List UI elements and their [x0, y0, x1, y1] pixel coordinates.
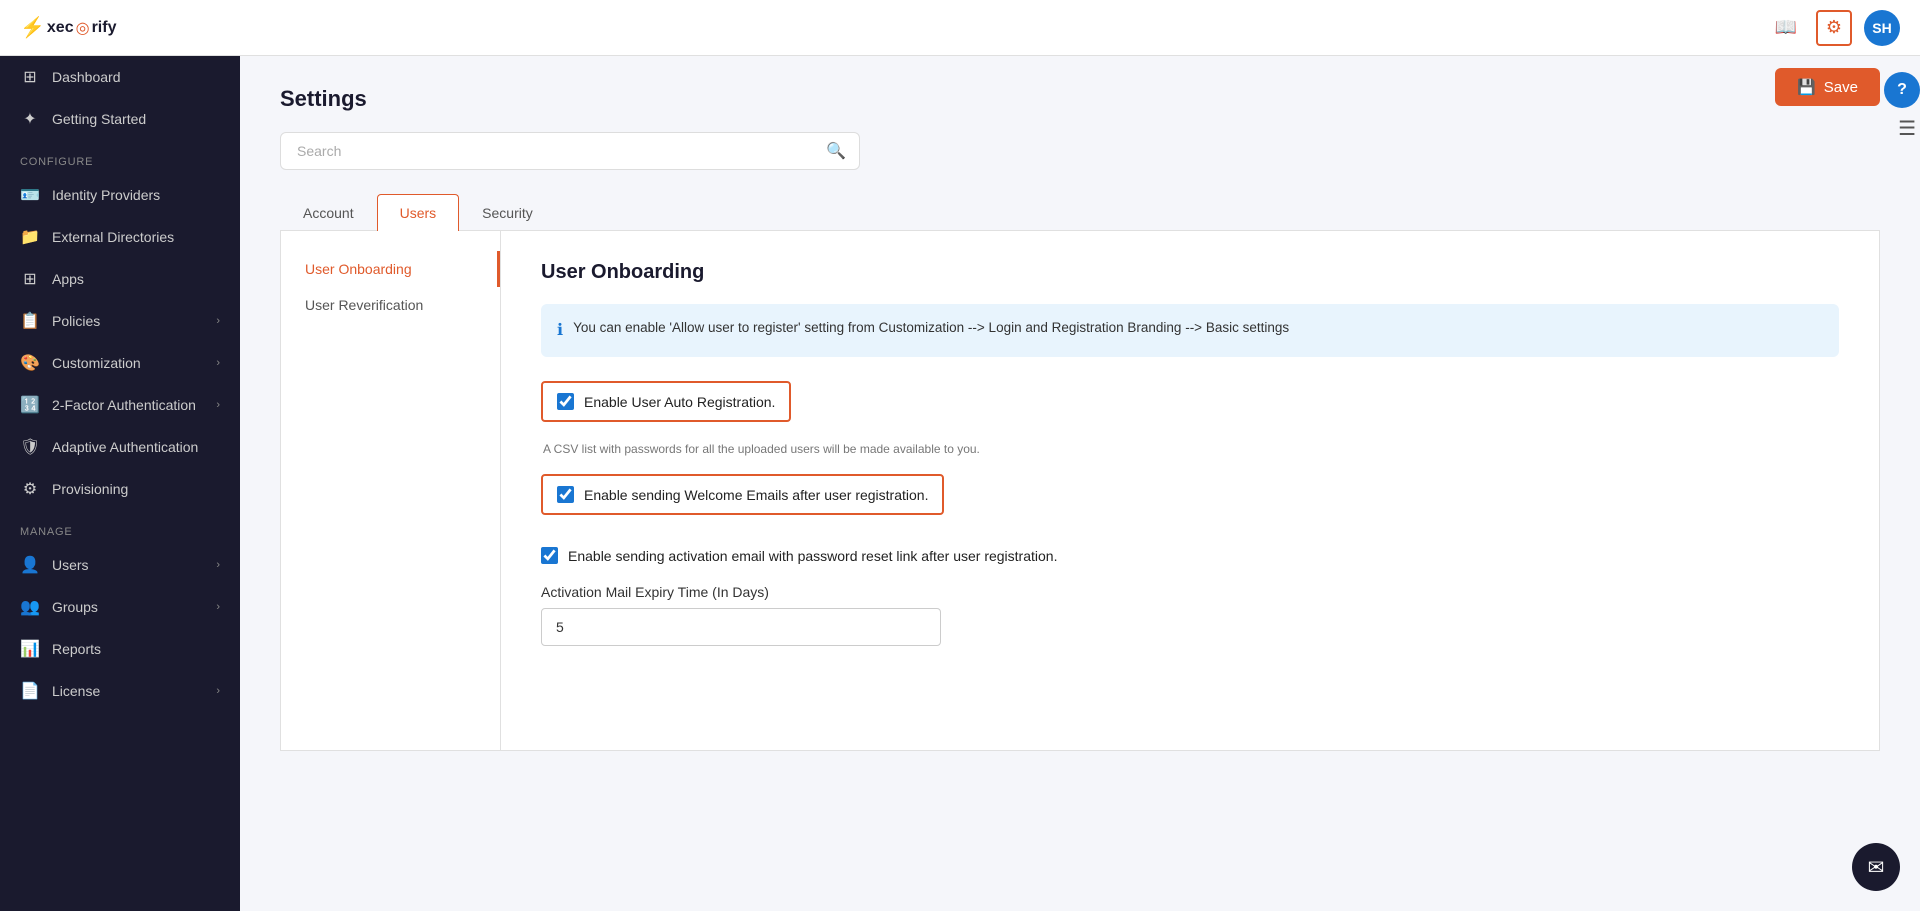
sidebar-label-policies: Policies	[52, 313, 204, 329]
search-icon: 🔍	[826, 141, 846, 161]
search-bar: 🔍	[280, 132, 860, 170]
help-button[interactable]: ?	[1884, 72, 1920, 108]
sidebar-label-external-directories: External Directories	[52, 229, 220, 245]
groups-icon: 👥	[20, 597, 40, 617]
2fa-icon: 🔢	[20, 395, 40, 415]
tab-account[interactable]: Account	[280, 194, 377, 231]
sidebar-item-dashboard[interactable]: ⊞ Dashboard	[0, 56, 240, 98]
provisioning-icon: ⚙	[20, 479, 40, 499]
settings-nav: User Onboarding User Reverification	[281, 231, 501, 750]
settings-nav-user-onboarding[interactable]: User Onboarding	[281, 251, 500, 287]
panel-title: User Onboarding	[541, 261, 1839, 284]
sidebar-item-2fa[interactable]: 🔢 2-Factor Authentication ›	[0, 384, 240, 426]
auto-registration-label: Enable User Auto Registration.	[584, 394, 775, 410]
expiry-field-group: Activation Mail Expiry Time (In Days)	[541, 584, 1839, 646]
configure-section-label: Configure	[0, 140, 240, 174]
activation-email-checkbox[interactable]	[541, 547, 558, 564]
search-input[interactable]	[280, 132, 860, 170]
logo-shield-icon: ⚡	[20, 15, 45, 40]
sidebar-item-adaptive-auth[interactable]: 🛡 Adaptive Authentication	[0, 426, 240, 468]
activation-email-label: Enable sending activation email with pas…	[568, 548, 1057, 564]
settings-panel: User Onboarding ℹ You can enable 'Allow …	[501, 231, 1879, 750]
manage-section-label: Manage	[0, 510, 240, 544]
main-content: Settings 🔍 Account Users Security User O…	[240, 56, 1920, 911]
header-actions: 📖 ⚙ SH	[1768, 10, 1900, 46]
app-body: ⊞ Dashboard ✦ Getting Started Configure …	[0, 56, 1920, 911]
policies-chevron-icon: ›	[216, 315, 220, 327]
sidebar: ⊞ Dashboard ✦ Getting Started Configure …	[0, 56, 240, 911]
sidebar-label-apps: Apps	[52, 271, 220, 287]
gear-icon-button[interactable]: ⚙	[1816, 10, 1852, 46]
getting-started-icon: ✦	[20, 109, 40, 129]
tabs: Account Users Security	[280, 194, 1880, 231]
info-text: You can enable 'Allow user to register' …	[573, 318, 1289, 343]
sidebar-label-identity-providers: Identity Providers	[52, 187, 220, 203]
logo: ⚡ xec ◎ rify	[20, 15, 116, 40]
sidebar-item-users[interactable]: 👤 Users ›	[0, 544, 240, 586]
sidebar-item-groups[interactable]: 👥 Groups ›	[0, 586, 240, 628]
users-icon: 👤	[20, 555, 40, 575]
sidebar-label-2fa: 2-Factor Authentication	[52, 397, 204, 413]
sidebar-item-provisioning[interactable]: ⚙ Provisioning	[0, 468, 240, 510]
sidebar-item-customization[interactable]: 🎨 Customization ›	[0, 342, 240, 384]
info-icon: ℹ	[557, 319, 563, 343]
logo-arrow-icon: ◎	[76, 18, 90, 38]
policies-icon: 📋	[20, 311, 40, 331]
sidebar-label-users: Users	[52, 557, 204, 573]
tab-security[interactable]: Security	[459, 194, 556, 231]
sidebar-item-identity-providers[interactable]: 🪪 Identity Providers	[0, 174, 240, 216]
hamburger-menu[interactable]: ☰	[1898, 116, 1916, 141]
chat-button[interactable]: ✉	[1852, 843, 1900, 891]
sidebar-item-external-directories[interactable]: 📁 External Directories	[0, 216, 240, 258]
sidebar-label-dashboard: Dashboard	[52, 69, 220, 85]
sidebar-label-groups: Groups	[52, 599, 204, 615]
avatar[interactable]: SH	[1864, 10, 1900, 46]
info-box: ℹ You can enable 'Allow user to register…	[541, 304, 1839, 357]
sidebar-label-reports: Reports	[52, 641, 220, 657]
sidebar-label-license: License	[52, 683, 204, 699]
expiry-field-input[interactable]	[541, 608, 941, 646]
sidebar-label-customization: Customization	[52, 355, 204, 371]
reports-icon: 📊	[20, 639, 40, 659]
header: ⚡ xec ◎ rify 📖 ⚙ SH	[0, 0, 1920, 56]
sidebar-item-license[interactable]: 📄 License ›	[0, 670, 240, 712]
welcome-emails-label: Enable sending Welcome Emails after user…	[584, 487, 928, 503]
settings-nav-user-reverification[interactable]: User Reverification	[281, 287, 500, 323]
2fa-chevron-icon: ›	[216, 399, 220, 411]
customization-icon: 🎨	[20, 353, 40, 373]
auto-registration-hint: A CSV list with passwords for all the up…	[541, 442, 1839, 456]
license-chevron-icon: ›	[216, 685, 220, 697]
sidebar-item-getting-started[interactable]: ✦ Getting Started	[0, 98, 240, 140]
customization-chevron-icon: ›	[216, 357, 220, 369]
sidebar-item-policies[interactable]: 📋 Policies ›	[0, 300, 240, 342]
book-icon-button[interactable]: 📖	[1768, 10, 1804, 46]
page-title: Settings	[280, 86, 1880, 112]
apps-icon: ⊞	[20, 269, 40, 289]
dashboard-icon: ⊞	[20, 67, 40, 87]
license-icon: 📄	[20, 681, 40, 701]
adaptive-auth-icon: 🛡	[20, 437, 40, 457]
identity-providers-icon: 🪪	[20, 185, 40, 205]
auto-registration-checkbox[interactable]	[557, 393, 574, 410]
sidebar-label-provisioning: Provisioning	[52, 481, 220, 497]
tab-users[interactable]: Users	[377, 194, 460, 231]
activation-email-row: Enable sending activation email with pas…	[541, 547, 1839, 564]
expiry-field-label: Activation Mail Expiry Time (In Days)	[541, 584, 1839, 600]
save-label: Save	[1824, 79, 1858, 96]
sidebar-label-getting-started: Getting Started	[52, 111, 220, 127]
save-button[interactable]: 💾 Save	[1775, 68, 1880, 106]
groups-chevron-icon: ›	[216, 601, 220, 613]
logo-text-xec: xec	[47, 19, 74, 37]
welcome-emails-checkbox[interactable]	[557, 486, 574, 503]
welcome-emails-row: Enable sending Welcome Emails after user…	[541, 474, 944, 515]
auto-registration-row: Enable User Auto Registration.	[541, 381, 791, 422]
save-icon: 💾	[1797, 78, 1816, 96]
settings-body: User Onboarding User Reverification User…	[280, 231, 1880, 751]
logo-text-rify: rify	[92, 19, 117, 37]
sidebar-label-adaptive-auth: Adaptive Authentication	[52, 439, 220, 455]
sidebar-item-apps[interactable]: ⊞ Apps	[0, 258, 240, 300]
users-chevron-icon: ›	[216, 559, 220, 571]
external-directories-icon: 📁	[20, 227, 40, 247]
sidebar-item-reports[interactable]: 📊 Reports	[0, 628, 240, 670]
